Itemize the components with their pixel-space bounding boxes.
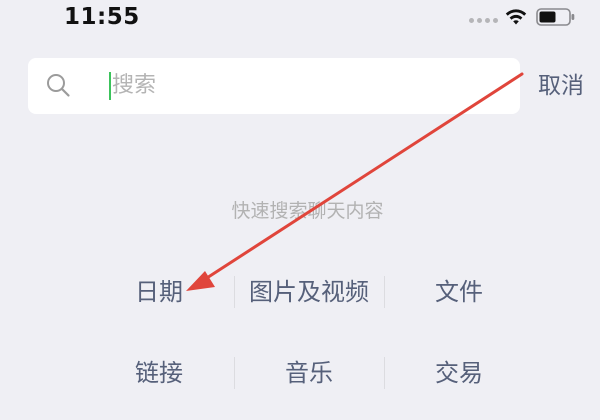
category-files[interactable]: 文件 xyxy=(384,275,534,309)
category-links[interactable]: 链接 xyxy=(84,356,234,390)
category-images-videos[interactable]: 图片及视频 xyxy=(234,275,384,309)
category-date[interactable]: 日期 xyxy=(84,275,234,309)
signal-dots-icon xyxy=(469,18,499,24)
category-transactions[interactable]: 交易 xyxy=(384,356,534,390)
search-icon xyxy=(47,74,70,97)
battery-icon xyxy=(536,8,575,26)
wechat-search-screen: 11:55 搜索 取消 快速搜索聊天内容 日期 图片及视频 文件 链接 音乐 交… xyxy=(0,0,600,420)
status-time: 11:55 xyxy=(64,4,140,30)
cancel-button[interactable]: 取消 xyxy=(538,70,584,102)
search-hint: 快速搜索聊天内容 xyxy=(231,200,384,222)
search-input[interactable]: 搜索 xyxy=(28,58,520,114)
search-placeholder: 搜索 xyxy=(112,73,157,98)
wifi-icon xyxy=(505,9,527,25)
status-bar: 11:55 xyxy=(0,0,600,40)
category-music[interactable]: 音乐 xyxy=(234,356,384,390)
text-caret xyxy=(109,72,111,100)
